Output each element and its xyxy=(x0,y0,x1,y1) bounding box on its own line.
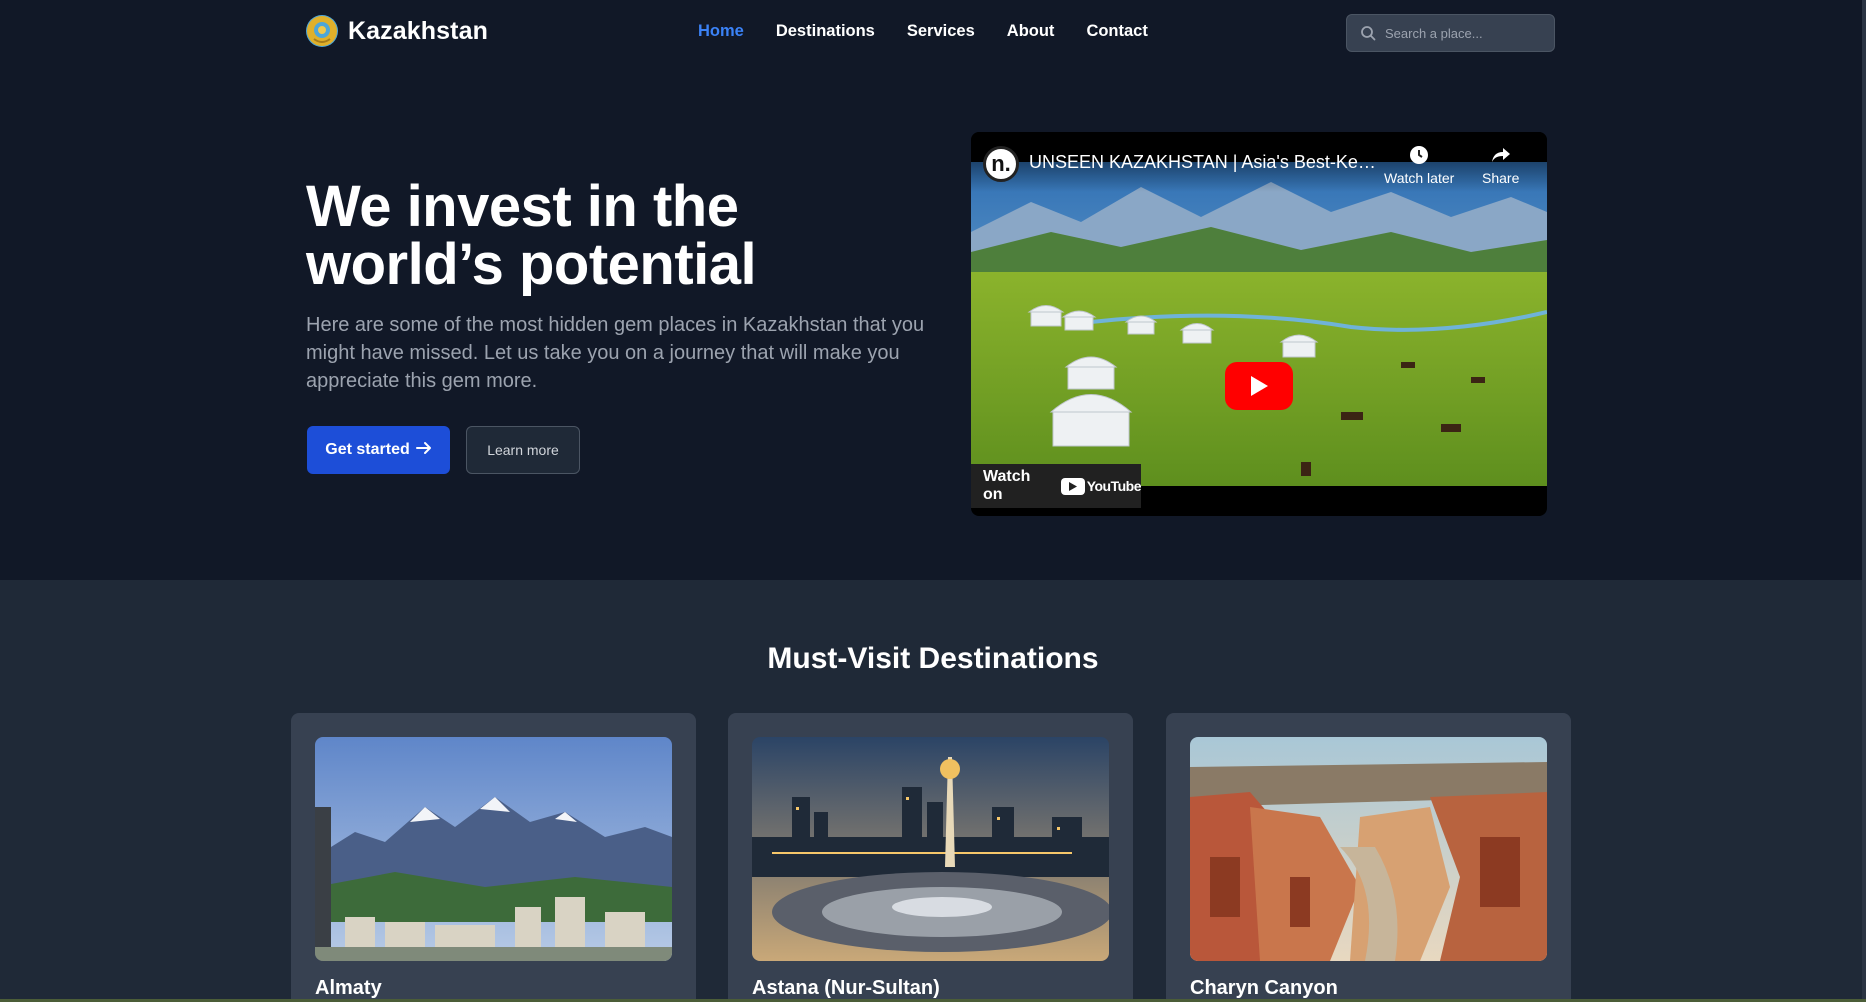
card-title: Astana (Nur-Sultan) xyxy=(752,977,940,999)
nav-services[interactable]: Services xyxy=(907,22,975,41)
destinations-section: Must-Visit Destinations Almaty Astana (N… xyxy=(0,580,1866,1002)
charyn-canyon-image xyxy=(1190,737,1547,961)
hero-title: We invest in the world’s potential xyxy=(306,174,757,297)
nav-about[interactable]: About xyxy=(1007,22,1055,41)
share-button[interactable]: Share xyxy=(1482,144,1519,186)
clock-icon xyxy=(1408,144,1430,166)
youtube-wordmark: YouTube xyxy=(1086,478,1142,494)
hero-description: Here are some of the most hidden gem pla… xyxy=(306,314,925,392)
watch-later-label: Watch later xyxy=(1384,170,1455,186)
page-scrollbar[interactable] xyxy=(1862,0,1866,1002)
get-started-label: Get started xyxy=(325,441,410,458)
destination-card-charyn-canyon[interactable]: Charyn Canyon xyxy=(1166,713,1571,1002)
get-started-button[interactable]: Get started xyxy=(307,426,450,474)
card-title: Almaty xyxy=(315,977,382,999)
video-topbar: n. UNSEEN KAZAKHSTAN | Asia's Best-Kept.… xyxy=(971,132,1547,192)
destination-card-almaty[interactable]: Almaty xyxy=(291,713,696,1002)
share-icon xyxy=(1490,144,1512,166)
learn-more-button[interactable]: Learn more xyxy=(466,426,580,474)
nav-destinations[interactable]: Destinations xyxy=(776,22,875,41)
watch-later-button[interactable]: Watch later xyxy=(1384,144,1454,186)
search-box[interactable] xyxy=(1346,14,1555,52)
youtube-video-embed[interactable]: n. UNSEEN KAZAKHSTAN | Asia's Best-Kept.… xyxy=(971,132,1547,516)
channel-avatar[interactable]: n. xyxy=(983,146,1019,182)
astana-image xyxy=(752,737,1109,961)
brand-name: Kazakhstan xyxy=(348,16,488,45)
destination-card-astana[interactable]: Astana (Nur-Sultan) xyxy=(728,713,1133,1002)
destinations-heading: Must-Visit Destinations xyxy=(767,642,1099,675)
video-thumbnail xyxy=(971,162,1547,486)
nav-contact[interactable]: Contact xyxy=(1086,22,1147,41)
play-button[interactable] xyxy=(1225,362,1293,410)
almaty-image xyxy=(315,737,672,961)
nav-home[interactable]: Home xyxy=(698,22,744,41)
youtube-logo: YouTube xyxy=(1060,477,1142,495)
arrow-right-icon xyxy=(415,441,432,460)
hero-section: We invest in the world’s potential Here … xyxy=(0,66,1866,580)
play-icon xyxy=(1251,376,1268,396)
main-nav: Home Destinations Services About Contact xyxy=(698,22,1180,41)
search-icon xyxy=(1359,24,1377,42)
watch-on-label: Watch on xyxy=(983,468,1031,503)
watch-on-youtube-link[interactable]: Watch on YouTube xyxy=(971,464,1142,508)
kazakhstan-emblem-icon xyxy=(306,15,338,47)
card-title: Charyn Canyon xyxy=(1190,977,1338,999)
youtube-play-icon xyxy=(1060,477,1085,495)
search-input[interactable] xyxy=(1385,25,1545,41)
share-label: Share xyxy=(1482,170,1520,186)
site-header: Kazakhstan Home Destinations Services Ab… xyxy=(0,0,1866,66)
brand[interactable]: Kazakhstan xyxy=(306,15,488,47)
video-title[interactable]: UNSEEN KAZAKHSTAN | Asia's Best-Kept... xyxy=(1029,152,1379,173)
